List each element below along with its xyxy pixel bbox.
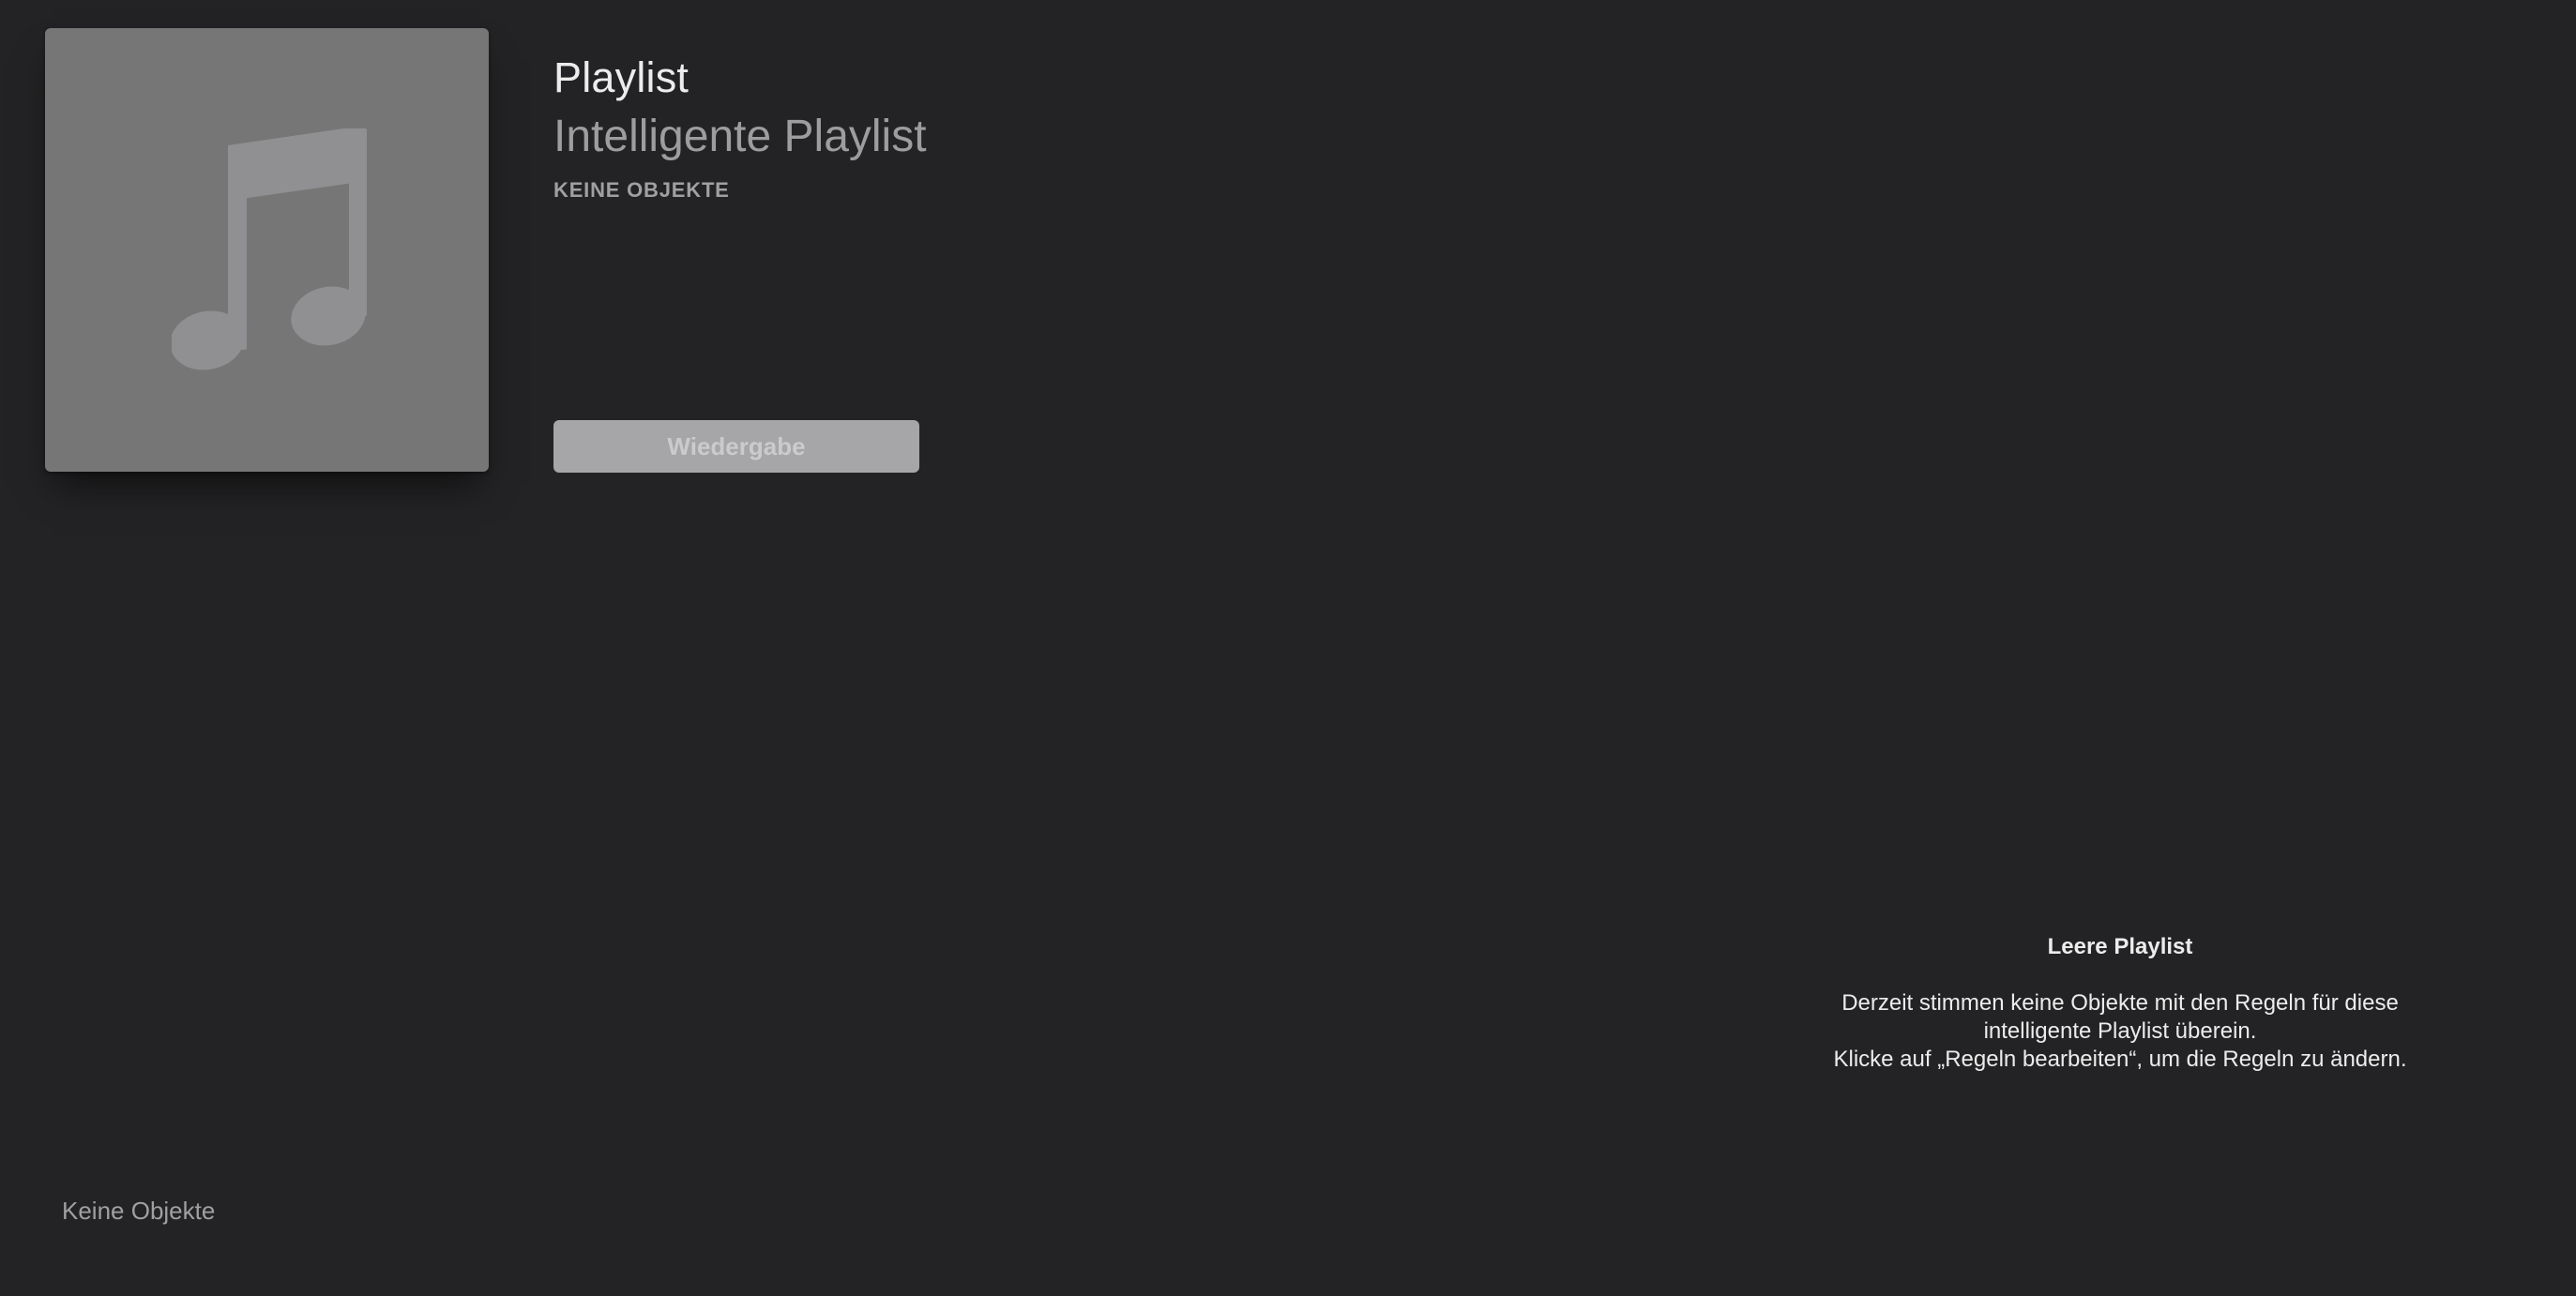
music-note-icon xyxy=(171,128,367,369)
empty-state-line: Klicke auf „Regeln bearbeiten“, um die R… xyxy=(1833,1047,2407,1072)
play-button[interactable]: Wiedergabe xyxy=(553,420,919,473)
playlist-title: Playlist xyxy=(553,53,689,101)
playlist-artwork xyxy=(45,28,489,472)
playlist-header: Playlist Intelligente Playlist KEINE OBJ… xyxy=(553,47,927,204)
empty-state-title: Leere Playlist xyxy=(2047,934,2193,959)
empty-state: Leere Playlist Derzeit stimmen keine Obj… xyxy=(1792,933,2448,1074)
empty-state-line: Derzeit stimmen keine Objekte mit den Re… xyxy=(1841,990,2399,1016)
empty-state-description: Derzeit stimmen keine Objekte mit den Re… xyxy=(1792,989,2448,1074)
item-count: KEINE OBJEKTE xyxy=(553,178,730,202)
footer-status: Keine Objekte xyxy=(62,1197,216,1225)
empty-state-line: intelligente Playlist überein. xyxy=(1983,1018,2257,1044)
playlist-type: Intelligente Playlist xyxy=(553,112,927,161)
